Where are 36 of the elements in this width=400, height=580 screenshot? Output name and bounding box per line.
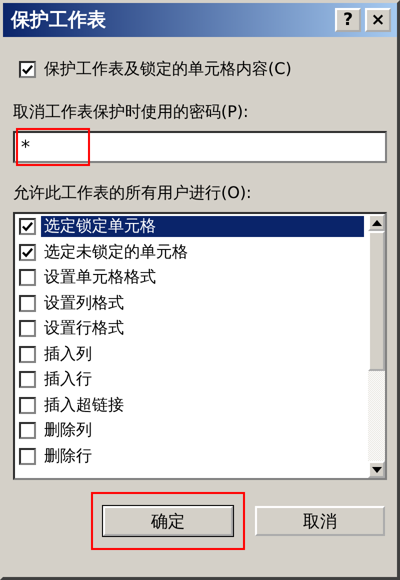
help-button[interactable]: ? <box>335 8 361 32</box>
checkbox[interactable] <box>19 371 36 388</box>
checkbox[interactable] <box>19 244 36 261</box>
checkbox[interactable] <box>19 218 36 236</box>
list-item[interactable]: 插入超链接 <box>41 394 127 416</box>
list-item[interactable]: 设置单元格格式 <box>41 267 159 288</box>
down-triangle-icon <box>372 466 382 472</box>
checkbox[interactable] <box>19 320 36 338</box>
checkbox[interactable] <box>19 294 36 312</box>
checkbox[interactable] <box>19 269 36 286</box>
list-item[interactable]: 插入行 <box>41 369 95 390</box>
checkbox[interactable] <box>19 61 36 78</box>
checkbox-label: 保护工作表及锁定的单元格内容(C) <box>44 59 292 80</box>
up-triangle-icon <box>372 220 382 226</box>
scroll-down-button[interactable] <box>368 461 385 478</box>
list-item[interactable]: 设置行格式 <box>41 318 127 340</box>
scroll-thumb[interactable] <box>368 231 385 371</box>
cancel-button[interactable]: 取消 <box>255 506 385 536</box>
permissions-label: 允许此工作表的所有用户进行(O): <box>13 183 252 204</box>
scroll-up-button[interactable] <box>368 214 385 231</box>
checkbox[interactable] <box>19 346 36 363</box>
password-field[interactable]: * <box>13 131 387 163</box>
checkbox[interactable] <box>19 422 36 440</box>
list-item[interactable]: 插入列 <box>41 344 95 365</box>
ok-button[interactable]: 确定 <box>103 506 233 536</box>
scrollbar[interactable] <box>368 214 385 478</box>
list-item[interactable]: 选定未锁定的单元格 <box>41 242 191 263</box>
list-item[interactable]: 设置列格式 <box>41 292 127 314</box>
window-title: 保护工作表 <box>11 8 106 33</box>
password-label: 取消工作表保护时使用的密码(P): <box>13 102 250 123</box>
close-button[interactable]: × <box>365 8 391 32</box>
list-item[interactable]: 选定锁定单元格 <box>41 216 364 238</box>
list-item[interactable]: 删除行 <box>41 446 95 467</box>
checkbox[interactable] <box>19 396 36 414</box>
checkbox[interactable] <box>19 448 36 465</box>
list-item[interactable]: 删除列 <box>41 420 95 442</box>
